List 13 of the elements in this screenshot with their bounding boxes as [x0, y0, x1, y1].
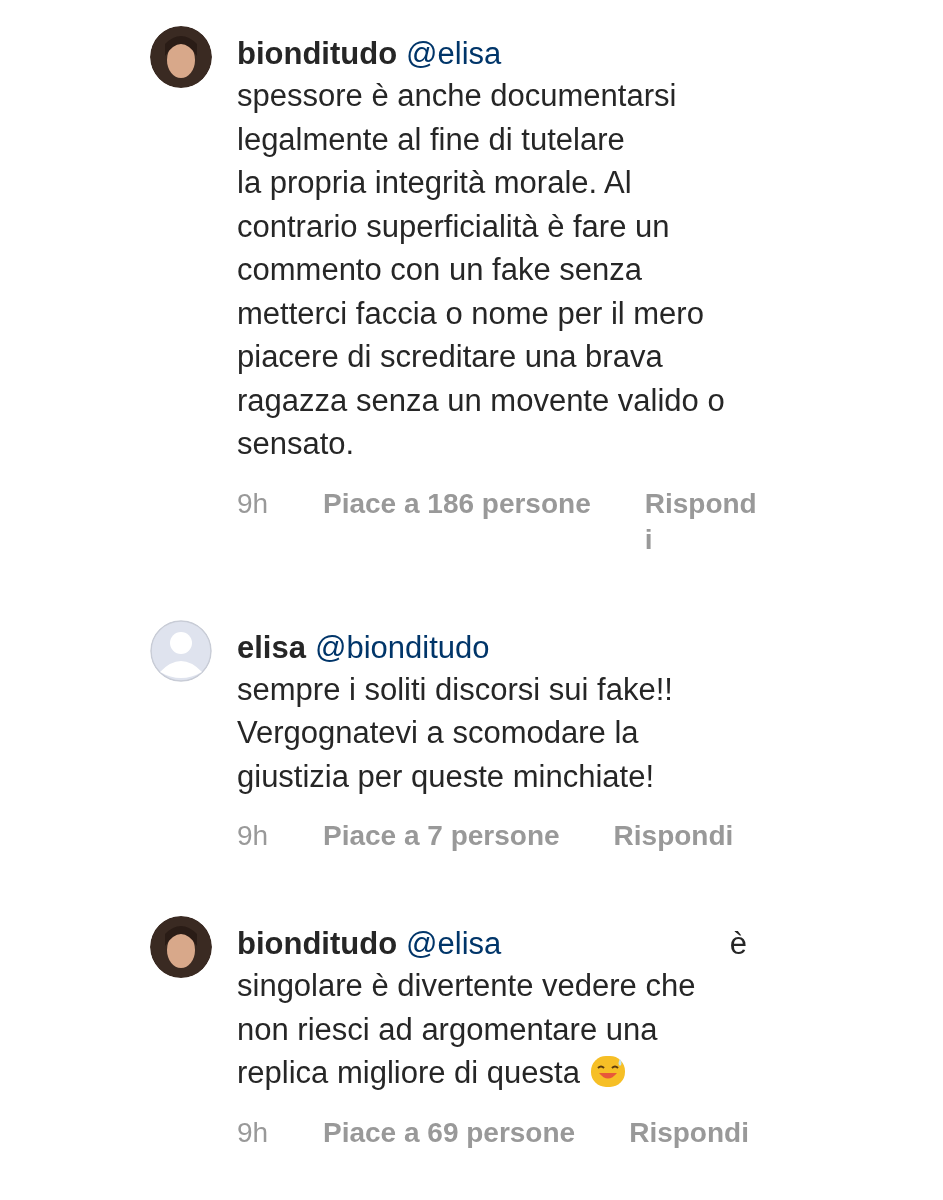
comment-text: singolare è divertente vedere che non riesci ad argomentare una replica migliore di questa — [237, 967, 697, 1092]
mention-link[interactable]: @bionditudo — [314, 627, 490, 668]
mention-link[interactable]: @elisa — [406, 924, 502, 964]
timestamp: 9h — [237, 1115, 270, 1150]
username[interactable]: bionditudo — [237, 924, 398, 964]
timestamp: 9h — [237, 486, 270, 521]
username[interactable]: bionditudo — [237, 34, 398, 74]
timestamp: 9h — [237, 819, 270, 853]
comment-text: sempre i soliti discorsi sui fake!! Vergognatevi a scomodare la giustizia per queste minchiate! — [237, 670, 674, 796]
mention-link[interactable]: @elisa — [406, 34, 502, 74]
comment-text: è — [729, 925, 747, 963]
username[interactable]: elisa — [237, 627, 306, 668]
comment-text: spessore è anche documentarsi legalmente al fine di tutelare la propria integrità morale. Al contrario superficialità è fare un commento con un fake senza metterci faccia o nome per il mero piacere di screditare una brava ragazza senza un movente valido o sensato. — [237, 77, 726, 463]
